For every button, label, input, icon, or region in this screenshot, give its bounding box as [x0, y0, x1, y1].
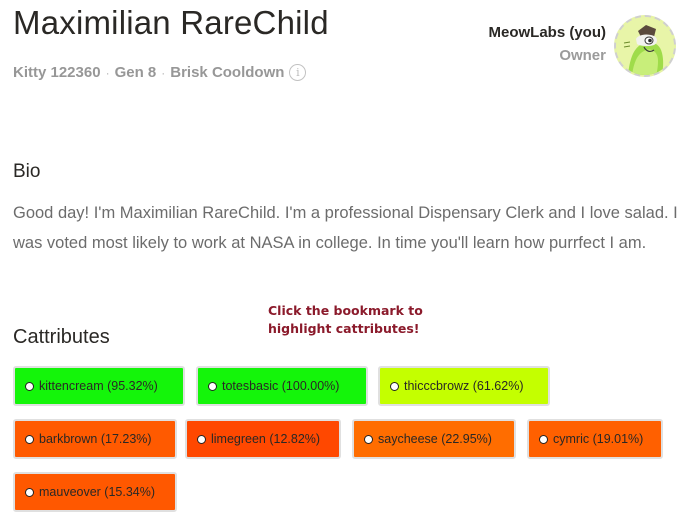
hint-line: highlight cattributes! — [268, 321, 420, 336]
cattributes-heading: Cattributes — [13, 326, 110, 348]
radio-dot-icon — [25, 434, 34, 444]
owner-block[interactable]: MeowLabs (you) Owner — [488, 24, 606, 64]
meta-separator: · — [161, 65, 166, 80]
cattribute-pill[interactable]: mauveover (15.34%) — [13, 472, 177, 512]
kitty-name: Maximilian RareChild — [13, 4, 329, 41]
cattribute-pill[interactable]: barkbrown (17.23%) — [13, 419, 177, 459]
info-icon[interactable]: i — [289, 64, 307, 81]
kitty-generation: Gen 8 — [114, 64, 157, 81]
owner-role: Owner — [559, 47, 606, 64]
cattribute-pill[interactable]: cymric (19.01%) — [527, 419, 663, 459]
radio-dot-icon — [197, 434, 206, 444]
owner-name[interactable]: MeowLabs (you) — [488, 24, 606, 41]
kitty-id: Kitty 122360 — [13, 64, 101, 81]
cattribute-pill[interactable]: saycheese (22.95%) — [352, 419, 516, 459]
cattribute-label: limegreen (12.82%) — [211, 432, 321, 446]
bio-text: Good day! I'm Maximilian RareChild. I'm … — [13, 204, 678, 252]
cat-avatar-icon[interactable] — [614, 15, 676, 77]
cattribute-label: thicccbrowz (61.62%) — [404, 379, 524, 393]
radio-dot-icon — [390, 381, 399, 391]
cattribute-label: barkbrown (17.23%) — [39, 432, 152, 446]
cattribute-label: totesbasic (100.00%) — [222, 379, 340, 393]
radio-dot-icon — [539, 434, 548, 444]
cattribute-label: saycheese (22.95%) — [378, 432, 492, 446]
radio-dot-icon — [364, 434, 373, 444]
cattribute-label: mauveover (15.34%) — [39, 485, 156, 499]
cattribute-label: kittencream (95.32%) — [39, 379, 158, 393]
radio-dot-icon — [25, 487, 34, 497]
bio-heading: Bio — [13, 161, 41, 182]
cattribute-pill[interactable]: totesbasic (100.00%) — [196, 366, 368, 406]
radio-dot-icon — [208, 381, 217, 391]
radio-dot-icon — [25, 381, 34, 391]
cat-avatar-graphic — [616, 17, 674, 75]
cattribute-pill[interactable]: limegreen (12.82%) — [185, 419, 341, 459]
meta-separator: · — [105, 65, 110, 80]
kitty-meta: Kitty 122360 · Gen 8 · Brisk Cooldown i — [13, 64, 307, 81]
cattribute-label: cymric (19.01%) — [553, 432, 644, 446]
highlight-hint: Click the bookmark to highlight cattribu… — [268, 302, 423, 338]
kitty-cooldown: Brisk Cooldown — [170, 64, 285, 81]
cattribute-pill[interactable]: kittencream (95.32%) — [13, 366, 185, 406]
cattribute-pill[interactable]: thicccbrowz (61.62%) — [378, 366, 550, 406]
hint-line: Click the bookmark to — [268, 303, 423, 318]
